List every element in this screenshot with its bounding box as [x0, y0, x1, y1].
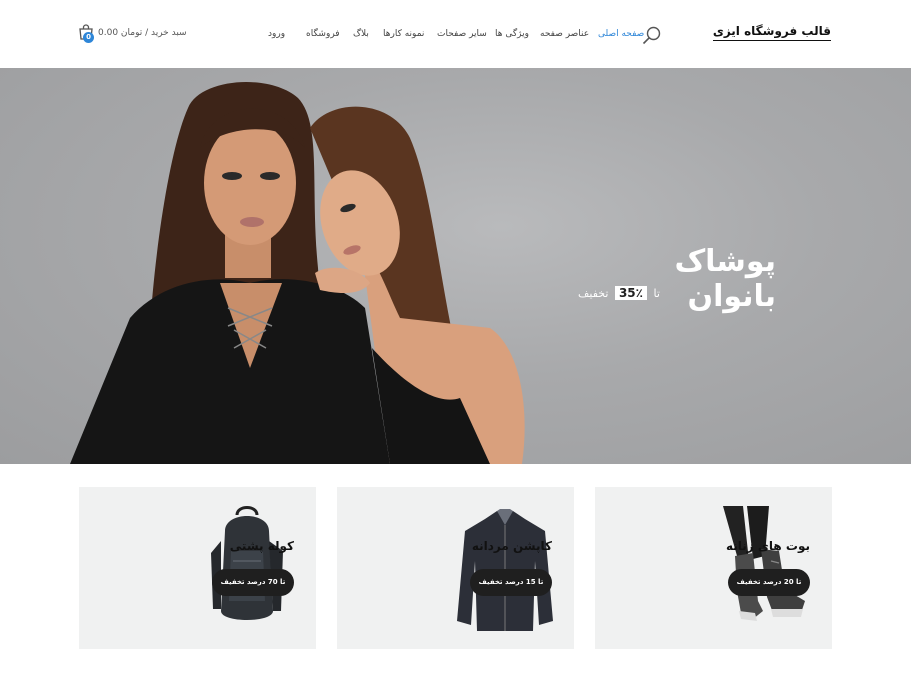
discount-button[interactable]: تا 15 درصد تخفیف — [470, 569, 552, 596]
cart-count-badge: 0 — [83, 32, 94, 43]
nav-login[interactable]: ورود — [268, 29, 285, 39]
card-title: کوله پشتی — [229, 539, 294, 553]
category-card-men-jacket[interactable]: کاپشن مردانه تا 15 درصد تخفیف — [337, 487, 574, 649]
category-card-backpack[interactable]: کوله پشتی تا 70 درصد تخفیف — [79, 487, 316, 649]
nav-home[interactable]: صفحه اصلی — [598, 29, 644, 39]
category-card-women-boots[interactable]: بوت های زنانه تا 20 درصد تخفیف — [595, 487, 832, 649]
hero-sub-suffix: تخفیف — [578, 287, 609, 300]
discount-button[interactable]: تا 70 درصد تخفیف — [212, 569, 294, 596]
hero-discount-number: 35٪ — [614, 286, 647, 300]
site-title-logo[interactable]: قالب فروشگاه ایزی — [712, 24, 831, 41]
nav-shop[interactable]: فروشگاه — [306, 29, 340, 39]
cart-link[interactable]: سبد خرید / تومان 0.00 — [98, 28, 187, 38]
hero-title: پوشاک بانوان — [674, 244, 776, 314]
hero-discount-text: تا 35٪ تخفیف — [578, 286, 660, 300]
nav-pages[interactable]: سایر صفحات — [437, 29, 487, 39]
nav-features[interactable]: ویژگی ها — [495, 29, 529, 39]
site-header: قالب فروشگاه ایزی صفحه اصلی عناصر صفحه و… — [0, 0, 911, 68]
card-title: کاپشن مردانه — [471, 539, 552, 553]
search-icon[interactable] — [642, 25, 662, 45]
discount-button[interactable]: تا 20 درصد تخفیف — [728, 569, 810, 596]
card-title: بوت های زنانه — [726, 539, 810, 553]
nav-blog[interactable]: بلاگ — [353, 29, 369, 39]
nav-portfolio[interactable]: نمونه کارها — [383, 29, 424, 39]
hero-sub-prefix: تا — [653, 287, 660, 300]
hero-banner[interactable]: پوشاک بانوان تا 35٪ تخفیف — [0, 68, 911, 464]
hero-models-image — [70, 81, 525, 464]
nav-elements[interactable]: عناصر صفحه — [540, 29, 589, 39]
